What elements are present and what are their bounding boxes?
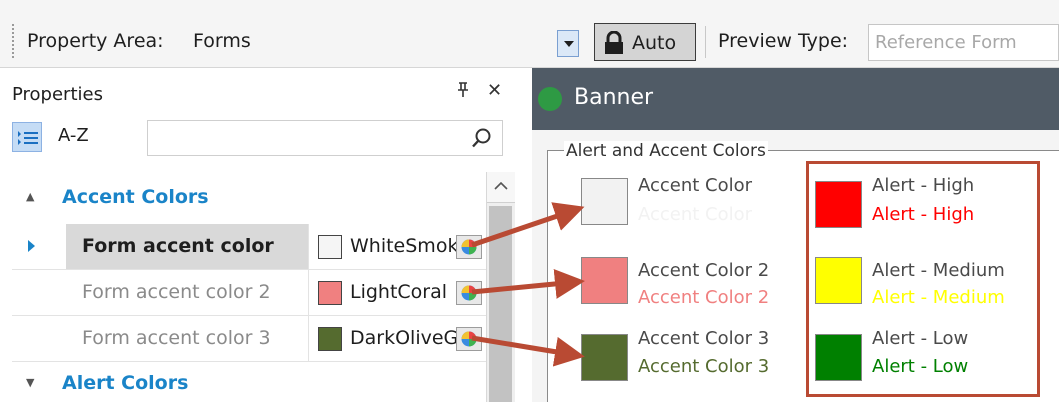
annotation-arrows — [471, 202, 585, 367]
arrow-accent-3 — [471, 335, 585, 367]
arrow-accent-2 — [471, 269, 585, 299]
arrow-accent-1 — [471, 202, 585, 248]
